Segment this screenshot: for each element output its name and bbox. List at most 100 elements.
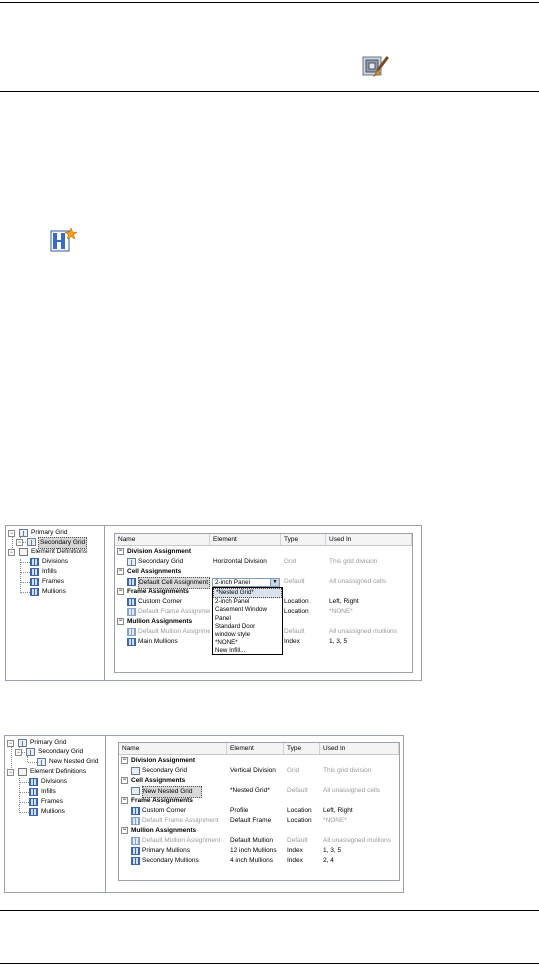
collapse-icon[interactable]: −: [8, 530, 15, 537]
frame-icon: [127, 598, 136, 606]
collapse-icon[interactable]: −: [15, 749, 22, 756]
mullion-icon: [131, 847, 140, 855]
mullion-icon: [131, 857, 140, 865]
section-rule-upper: [0, 91, 539, 92]
column-header-name[interactable]: Name: [119, 743, 227, 754]
table-row[interactable]: Secondary Grid Horizontal Division Grid …: [115, 557, 412, 567]
assignments-table: Name Element Type Used In − Division Ass…: [114, 533, 413, 673]
new-style-star-icon[interactable]: [48, 226, 78, 256]
dropdown-option[interactable]: *Nested Grid*: [213, 588, 282, 599]
element-select[interactable]: 2-inch Panel ▼: [212, 578, 280, 587]
collapse-icon[interactable]: −: [7, 769, 14, 776]
grid-icon: [37, 758, 46, 766]
grid-icon: [131, 787, 140, 795]
collapse-icon[interactable]: −: [117, 618, 124, 625]
style-editor-panel-1: − Primary Grid − Secondary Grid − Elemen…: [5, 525, 422, 681]
group-row-frame[interactable]: − Frame Assignments: [119, 796, 399, 806]
mullion-icon: [127, 638, 136, 646]
folder-icon: [19, 548, 28, 556]
mullion-icon: [127, 628, 136, 636]
column-header-element[interactable]: Element: [210, 534, 281, 545]
tree-item-label: Divisions: [42, 558, 69, 565]
group-row-cell[interactable]: − Cell Assignments: [115, 567, 412, 577]
frame-icon: [131, 807, 140, 815]
mullion-icon: [29, 808, 38, 816]
grid-icon: [27, 538, 36, 546]
table-row[interactable]: Custom Corner Profile Location Left, Rig…: [119, 806, 399, 816]
column-header-used-in[interactable]: Used In: [326, 534, 412, 545]
division-icon: [30, 558, 39, 566]
infill-icon: [127, 578, 136, 586]
style-editor-panel-2: − Primary Grid − Secondary Grid New Nest…: [4, 735, 404, 893]
collapse-icon[interactable]: −: [7, 740, 14, 747]
grid-icon: [19, 529, 28, 537]
group-row-division[interactable]: − Division Assignment: [119, 756, 399, 766]
table-row[interactable]: Default Frame Assignment Default Frame L…: [119, 816, 399, 826]
edit-style-brush-icon[interactable]: [361, 54, 391, 80]
tree-item-label: New Nested Grid: [49, 758, 99, 765]
bottom-rule: [0, 963, 539, 964]
dropdown-option[interactable]: Panel: [213, 615, 282, 623]
element-dropdown-list[interactable]: *Nested Grid* 2-inch Panel Casement Wind…: [212, 587, 283, 655]
group-row-cell[interactable]: − Cell Assignments: [119, 776, 399, 786]
column-header-name[interactable]: Name: [115, 534, 210, 545]
dropdown-option[interactable]: Casement Window: [213, 606, 282, 614]
grid-icon: [127, 558, 136, 566]
division-icon: [29, 778, 38, 786]
table-header: Name Element Type Used In: [119, 743, 399, 755]
tree-item-label: Element Definitions: [30, 768, 86, 775]
assignments-table: Name Element Type Used In − Division Ass…: [118, 742, 400, 881]
element-tree: − Primary Grid − Secondary Grid − Elemen…: [6, 526, 105, 680]
infill-icon: [30, 568, 39, 576]
dropdown-option[interactable]: New Infill...: [213, 647, 282, 655]
collapse-icon[interactable]: −: [121, 777, 128, 784]
collapse-icon[interactable]: −: [121, 757, 128, 764]
table-row[interactable]: Primary Mullions 12 inch Mullions Index …: [119, 846, 399, 856]
mullion-icon: [131, 837, 140, 845]
group-row-mullion[interactable]: − Mullion Assignments: [119, 826, 399, 836]
column-header-type[interactable]: Type: [284, 743, 320, 754]
tree-item-label: Infills: [41, 788, 56, 795]
top-rule: [0, 2, 539, 3]
table-row[interactable]: Secondary Mullions 4 inch Mullions Index…: [119, 856, 399, 866]
collapse-icon[interactable]: −: [117, 588, 124, 595]
tree-item-label: Infills: [42, 568, 57, 575]
tree-item-label: Mullions: [41, 808, 65, 815]
collapse-icon[interactable]: −: [121, 827, 128, 834]
folder-icon: [18, 768, 27, 776]
column-header-type[interactable]: Type: [281, 534, 326, 545]
column-header-element[interactable]: Element: [227, 743, 284, 754]
chevron-down-icon[interactable]: ▼: [270, 579, 279, 586]
tree-item-label: Secondary Grid: [38, 748, 84, 755]
infill-icon: [29, 788, 38, 796]
column-header-used-in[interactable]: Used In: [320, 743, 399, 754]
mullion-icon: [30, 588, 39, 596]
group-row-division[interactable]: − Division Assignment: [115, 547, 412, 557]
frame-icon: [30, 578, 39, 586]
grid-icon: [26, 748, 35, 756]
tree-item-label: Element Definitions: [31, 548, 87, 555]
dropdown-option[interactable]: 2-inch Panel: [213, 598, 282, 606]
collapse-icon[interactable]: −: [8, 549, 15, 556]
element-tree: − Primary Grid − Secondary Grid New Nest…: [5, 736, 106, 892]
table-row[interactable]: Default Mullion Assignment Default Mulli…: [119, 836, 399, 846]
dropdown-option[interactable]: *NONE*: [213, 639, 282, 647]
grid-icon: [131, 767, 140, 775]
frame-icon: [29, 798, 38, 806]
tree-item-label: Divisions: [41, 778, 68, 785]
table-row[interactable]: New Nested Grid *Nested Grid* Default Al…: [119, 786, 399, 798]
table-row[interactable]: Secondary Grid Vertical Division Grid Th…: [119, 766, 399, 776]
frame-icon: [127, 608, 136, 616]
dropdown-option[interactable]: Standard Door: [213, 623, 282, 631]
table-row[interactable]: Default Cell Assignment 2-inch Panel ▼ D…: [115, 577, 412, 589]
collapse-icon[interactable]: −: [117, 548, 124, 555]
frame-icon: [131, 817, 140, 825]
grid-icon: [18, 739, 27, 747]
table-header: Name Element Type Used In: [115, 534, 412, 546]
tree-item-label: Frames: [42, 578, 65, 585]
collapse-icon[interactable]: −: [16, 539, 23, 546]
collapse-icon[interactable]: −: [121, 797, 128, 804]
collapse-icon[interactable]: −: [117, 568, 124, 575]
section-rule-lower: [0, 910, 539, 911]
dropdown-option[interactable]: window style: [213, 631, 282, 639]
